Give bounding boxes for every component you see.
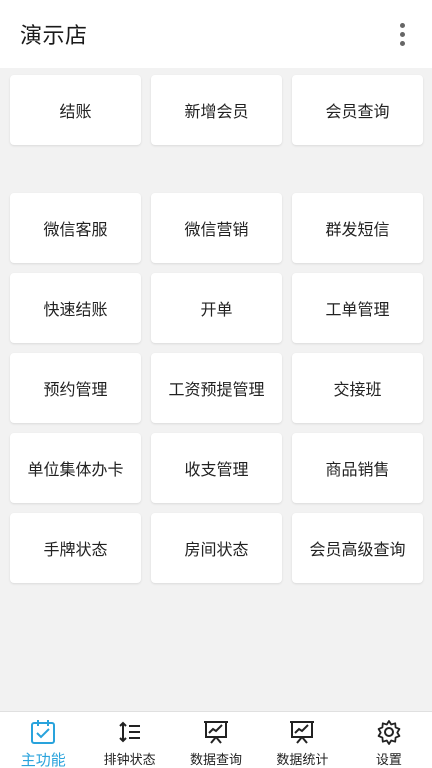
gear-icon	[375, 718, 403, 746]
tile-member-advanced-search[interactable]: 会员高级查询	[292, 513, 423, 583]
sort-list-icon	[116, 718, 144, 746]
nav-main-functions[interactable]: 主功能	[0, 712, 86, 768]
chart-board-icon	[288, 718, 316, 746]
tile-group-card[interactable]: 单位集体办卡	[10, 433, 141, 503]
nav-label: 主功能	[20, 751, 66, 768]
tile-shift-handover[interactable]: 交接班	[292, 353, 423, 423]
functions-grid: 微信客服 微信营销 群发短信 快速结账 开单 工单管理 预约管理 工资预提管理 …	[10, 193, 423, 583]
nav-label: 数据查询	[190, 753, 243, 768]
tile-quick-checkout[interactable]: 快速结账	[10, 273, 141, 343]
more-dot	[399, 31, 405, 37]
tile-wechat-service[interactable]: 微信客服	[10, 193, 141, 263]
page-title: 演示店	[20, 24, 88, 49]
more-dot	[399, 40, 405, 46]
nav-label: 数据统计	[276, 753, 329, 768]
nav-data-statistics[interactable]: 数据统计	[259, 712, 345, 768]
tile-wage-accrual-management[interactable]: 工资预提管理	[151, 353, 282, 423]
tile-bulk-sms[interactable]: 群发短信	[292, 193, 423, 263]
nav-clock-status[interactable]: 排钟状态	[86, 712, 172, 768]
tile-work-order-management[interactable]: 工单管理	[292, 273, 423, 343]
nav-data-query[interactable]: 数据查询	[173, 712, 259, 768]
app-bar: 演示店	[0, 0, 432, 68]
tile-wechat-marketing[interactable]: 微信营销	[151, 193, 282, 263]
nav-label: 设置	[375, 753, 402, 768]
tile-member-search[interactable]: 会员查询	[292, 75, 423, 145]
nav-settings[interactable]: 设置	[346, 712, 432, 768]
tile-add-member[interactable]: 新增会员	[151, 75, 282, 145]
calendar-check-icon	[29, 718, 57, 746]
chart-board-icon	[202, 718, 230, 746]
tile-room-status[interactable]: 房间状态	[151, 513, 282, 583]
nav-label: 排钟状态	[103, 753, 156, 768]
tile-checkout[interactable]: 结账	[10, 75, 141, 145]
bottom-nav: 主功能 排钟状态 数据查询 数据统计 设置	[0, 711, 432, 768]
more-dot	[399, 22, 405, 28]
more-options-icon[interactable]	[390, 14, 414, 54]
quick-actions-grid: 结账 新增会员 会员查询	[10, 75, 423, 145]
tile-appointment-management[interactable]: 预约管理	[10, 353, 141, 423]
tile-wristband-status[interactable]: 手牌状态	[10, 513, 141, 583]
tile-open-order[interactable]: 开单	[151, 273, 282, 343]
tile-product-sales[interactable]: 商品销售	[292, 433, 423, 503]
tile-income-expense-management[interactable]: 收支管理	[151, 433, 282, 503]
